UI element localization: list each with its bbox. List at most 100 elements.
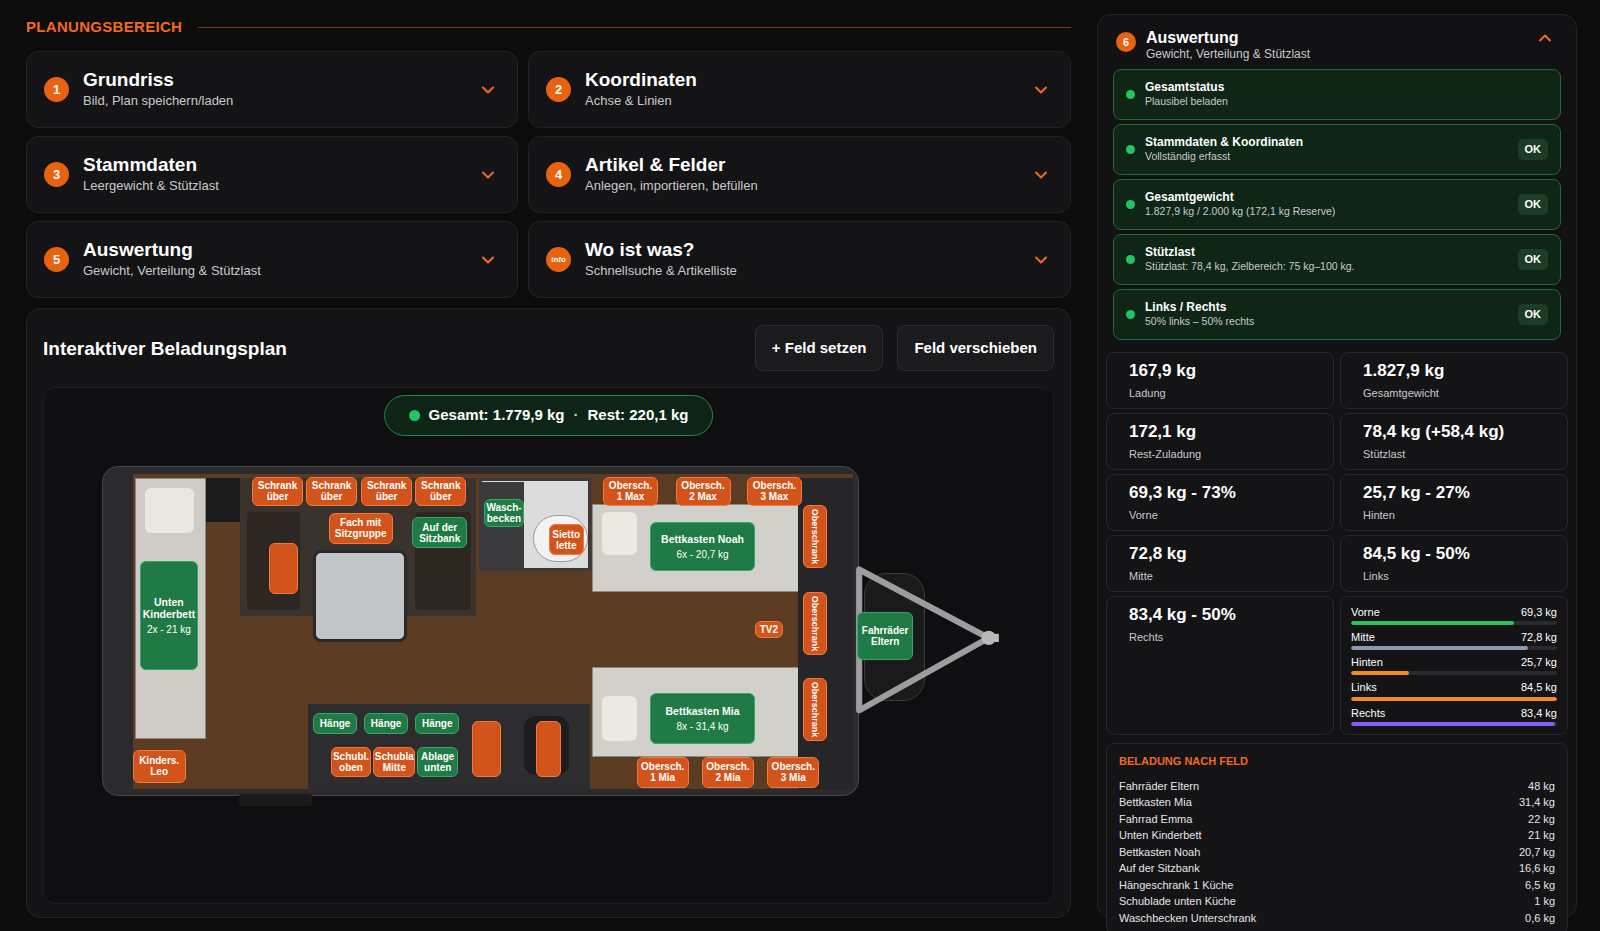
check-row: StützlastStützlast: 78,4 kg, Zielbereich… xyxy=(1113,234,1561,285)
load-field[interactable]: TV2 xyxy=(755,621,783,637)
load-field[interactable]: Auf der Sitzbank xyxy=(412,517,467,548)
move-field-button[interactable]: Feld verschieben xyxy=(897,325,1054,371)
load-field[interactable]: Obersch. 2 Mia xyxy=(702,757,754,788)
plan-header: Interaktiver Beladungsplan+ Feld setzenF… xyxy=(43,325,1054,387)
bar-reading: 25,7 kg xyxy=(1521,655,1557,669)
check-text: StützlastStützlast: 78,4 kg, Zielbereich… xyxy=(1145,245,1508,274)
bar-track xyxy=(1351,646,1557,650)
load-field[interactable]: Kinders. Leo xyxy=(133,750,186,783)
check-row: GesamtstatusPlausibel beladen xyxy=(1113,69,1561,120)
pillow xyxy=(602,696,637,741)
plan-buttons: + Feld setzen Feld verschieben xyxy=(755,325,1054,371)
bar-track xyxy=(1351,722,1557,726)
bar-fill xyxy=(1351,722,1555,726)
section-card[interactable]: 5AuswertungGewicht, Verteilung & Stützla… xyxy=(26,221,518,298)
bar-track xyxy=(1351,671,1557,675)
status-dot xyxy=(1126,200,1135,209)
load-field[interactable]: Obersch. 3 Mia xyxy=(767,757,819,788)
stat-label: Rest-Zuladung xyxy=(1129,446,1311,463)
field-label: Kinders. Leo xyxy=(136,755,183,777)
chevron-down-icon[interactable] xyxy=(479,81,497,99)
stat-card: 84,5 kg - 50%Links xyxy=(1340,535,1568,592)
load-name: Bettkasten Noah xyxy=(1119,844,1200,861)
check-row: Links / Rechts50% links – 50% rechtsOK xyxy=(1113,289,1561,340)
stat-label: Rechts xyxy=(1129,629,1311,646)
section-card[interactable]: infoWo ist was?Schnellsuche & Artikellis… xyxy=(528,221,1071,298)
load-row: Unten Kinderbett21 kg xyxy=(1119,827,1555,844)
load-field[interactable]: Schubla Mitte xyxy=(373,747,415,778)
load-field[interactable]: Hänge xyxy=(364,713,408,733)
field-detail: 8x - 31,4 kg xyxy=(676,721,728,733)
bar-labels: Links84,5 kg xyxy=(1351,680,1557,694)
load-field[interactable]: Schrank über xyxy=(306,477,357,507)
ok-badge: OK xyxy=(1518,304,1549,325)
field-label: Auf der Sitzbank xyxy=(415,522,464,544)
field-label: Obersch. 3 Max xyxy=(750,480,799,502)
evaluation-header[interactable]: 6AuswertungGewicht, Verteilung & Stützla… xyxy=(1106,15,1568,69)
front-cabinet xyxy=(206,478,241,523)
field-label: Obersch. 3 Mia xyxy=(770,761,816,783)
section-text: StammdatenLeergewicht & Stützlast xyxy=(83,154,465,195)
section-card[interactable]: 1GrundrissBild, Plan speichern/laden xyxy=(26,51,518,128)
check-row: Gesamtgewicht1.827,9 kg / 2.000 kg (172,… xyxy=(1113,179,1561,230)
chevron-down-icon[interactable] xyxy=(479,166,497,184)
load-field[interactable]: Obersch. 1 Mia xyxy=(637,757,689,788)
load-field[interactable]: Obersch. 3 Max xyxy=(747,477,802,507)
section-number: 5 xyxy=(44,247,69,272)
field-detail: 2x - 21 kg xyxy=(147,624,191,636)
chevron-down-icon[interactable] xyxy=(1032,251,1050,269)
page: PLANUNGSBEREICH 1GrundrissBild, Plan spe… xyxy=(0,0,1600,918)
area-title: PLANUNGSBEREICH xyxy=(26,16,182,39)
stat-label: Links xyxy=(1363,568,1545,585)
load-field[interactable]: Schrank über xyxy=(361,477,412,507)
load-field[interactable] xyxy=(472,721,501,777)
load-field[interactable]: Ablage unten xyxy=(417,747,458,778)
load-field[interactable] xyxy=(536,721,562,777)
stat-value: 1.827,9 kg xyxy=(1363,361,1545,381)
bar-fill xyxy=(1351,671,1409,675)
bar-labels: Hinten25,7 kg xyxy=(1351,655,1557,669)
check-detail: Stützlast: 78,4 kg, Zielbereich: 75 kg–1… xyxy=(1145,260,1508,274)
load-field[interactable]: Obersch. 1 Max xyxy=(603,477,658,507)
load-field[interactable]: Schrank über xyxy=(252,477,303,507)
check-title: Stützlast xyxy=(1145,245,1508,261)
section-card[interactable]: 3StammdatenLeergewicht & Stützlast xyxy=(26,136,518,213)
load-name: Waschbecken Unterschrank xyxy=(1119,910,1256,927)
bar-fill xyxy=(1351,646,1528,650)
check-title: Stammdaten & Koordinaten xyxy=(1145,135,1508,151)
section-card[interactable]: 4Artikel & FelderAnlegen, importieren, b… xyxy=(528,136,1071,213)
load-field[interactable]: Oberschrank xyxy=(803,592,827,655)
field-label: Fahrräder Eltern xyxy=(860,625,910,647)
plan-canvas[interactable]: Schrank überSchrank überSchrank überSchr… xyxy=(43,387,1054,904)
load-field[interactable]: Oberschrank xyxy=(803,505,827,568)
stat-card: 167,9 kgLadung xyxy=(1106,352,1334,409)
chevron-down-icon[interactable] xyxy=(479,251,497,269)
chevron-down-icon[interactable] xyxy=(1032,166,1050,184)
stat-card: 69,3 kg - 73%Vorne xyxy=(1106,474,1334,531)
load-weight: 22 kg xyxy=(1528,811,1555,828)
section-subtitle: Leergewicht & Stützlast xyxy=(83,178,465,195)
load-field[interactable]: Hänge xyxy=(313,713,357,733)
load-field[interactable]: Oberschrank xyxy=(803,678,827,741)
load-field[interactable]: Obersch. 2 Max xyxy=(676,477,731,507)
load-field[interactable]: Bettkasten Noah6x - 20,7 kg xyxy=(650,522,755,571)
load-field[interactable]: Sietto lette xyxy=(549,524,584,555)
load-field[interactable]: Unten Kinderbett2x - 21 kg xyxy=(140,561,198,670)
load-field[interactable]: Wasch-becken xyxy=(484,499,525,528)
chevron-up-icon[interactable] xyxy=(1536,29,1554,47)
load-field[interactable]: Schrank über xyxy=(415,477,466,507)
bar-label: Rechts xyxy=(1351,706,1385,720)
load-field[interactable]: Fach mit Sitzgruppe xyxy=(329,513,393,544)
bar-track xyxy=(1351,697,1557,701)
load-field[interactable]: Bettkasten Mia8x - 31,4 kg xyxy=(650,693,755,744)
section-card[interactable]: 2KoordinatenAchse & Linien xyxy=(528,51,1071,128)
chevron-down-icon[interactable] xyxy=(1032,81,1050,99)
stat-card: 83,4 kg - 50%Rechts xyxy=(1106,596,1334,735)
load-field[interactable]: Hänge xyxy=(415,713,459,733)
load-field[interactable]: Schubl. oben xyxy=(331,747,372,778)
add-field-button[interactable]: + Feld setzen xyxy=(755,325,884,371)
load-weight: 16,6 kg xyxy=(1519,860,1555,877)
load-field[interactable]: Fahrräder Eltern xyxy=(857,612,913,660)
field-label: Bettkasten Noah xyxy=(661,533,744,545)
load-field[interactable] xyxy=(269,543,298,594)
